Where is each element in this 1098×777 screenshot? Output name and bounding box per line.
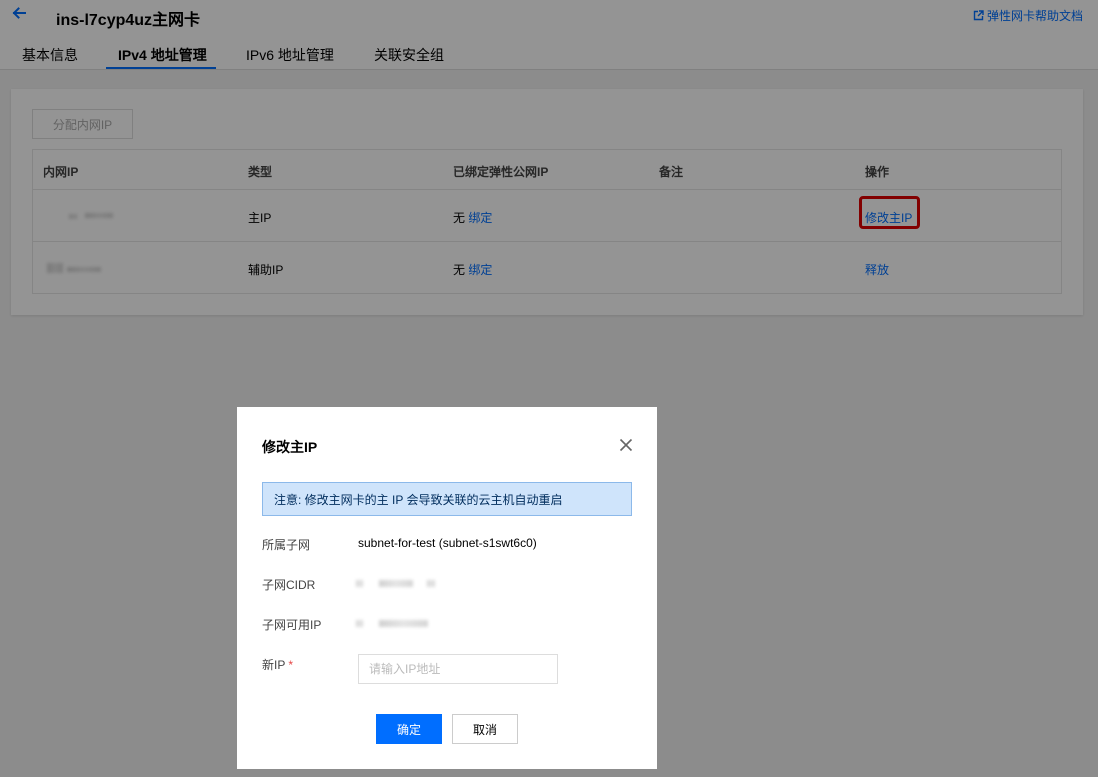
dialog-title: 修改主IP [262,439,318,455]
available-ip-label: 子网可用IP [262,618,322,632]
warning-notice: 注意: 修改主网卡的主 IP 会导致关联的云主机自动重启 [262,482,632,516]
close-icon[interactable] [619,438,633,452]
required-marker: * [288,658,294,672]
confirm-button[interactable]: 确定 [376,714,442,744]
modify-primary-ip-dialog: 修改主IP 注意: 修改主网卡的主 IP 会导致关联的云主机自动重启 所属子网 … [237,407,657,769]
cancel-button[interactable]: 取消 [452,714,518,744]
subnet-label: 所属子网 [262,538,311,552]
subnet-value: subnet-for-test (subnet-s1swt6c0) [358,536,537,550]
new-ip-input[interactable] [358,654,558,684]
new-ip-label: 新IP * [262,656,293,673]
subnet-cidr-label: 子网CIDR [262,578,316,592]
new-ip-label-text: 新IP [262,658,286,672]
